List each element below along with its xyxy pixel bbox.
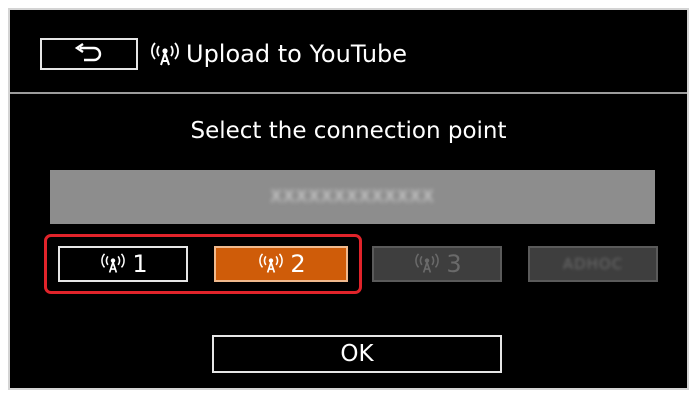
camera-screen: Upload to YouTube Select the connection … [8,8,689,390]
connection-point-label: 1 [132,250,148,278]
return-arrow-icon [74,43,102,62]
ssid-value: XXXXXXXXXXXXX [270,187,435,207]
connection-point-2-button[interactable]: 2 [214,246,348,282]
connection-point-label: 3 [446,250,462,278]
adhoc-button[interactable]: ADHOC [528,246,658,282]
wireless-icon [415,253,440,273]
title-bar: Upload to YouTube [10,10,687,94]
wireless-icon [151,42,179,66]
instruction-text: Select the connection point [190,118,507,144]
connection-point-3-button[interactable]: 3 [372,246,502,282]
wireless-icon [259,253,284,273]
screen-title: Upload to YouTube [186,40,408,68]
wireless-icon [101,253,126,273]
connection-point-1-button[interactable]: 1 [58,246,188,282]
adhoc-label: ADHOC [562,255,624,273]
connection-point-label: 2 [290,250,306,278]
ok-button[interactable]: OK [212,335,502,373]
back-button[interactable] [40,38,138,70]
ssid-field: XXXXXXXXXXXXX [50,170,655,224]
